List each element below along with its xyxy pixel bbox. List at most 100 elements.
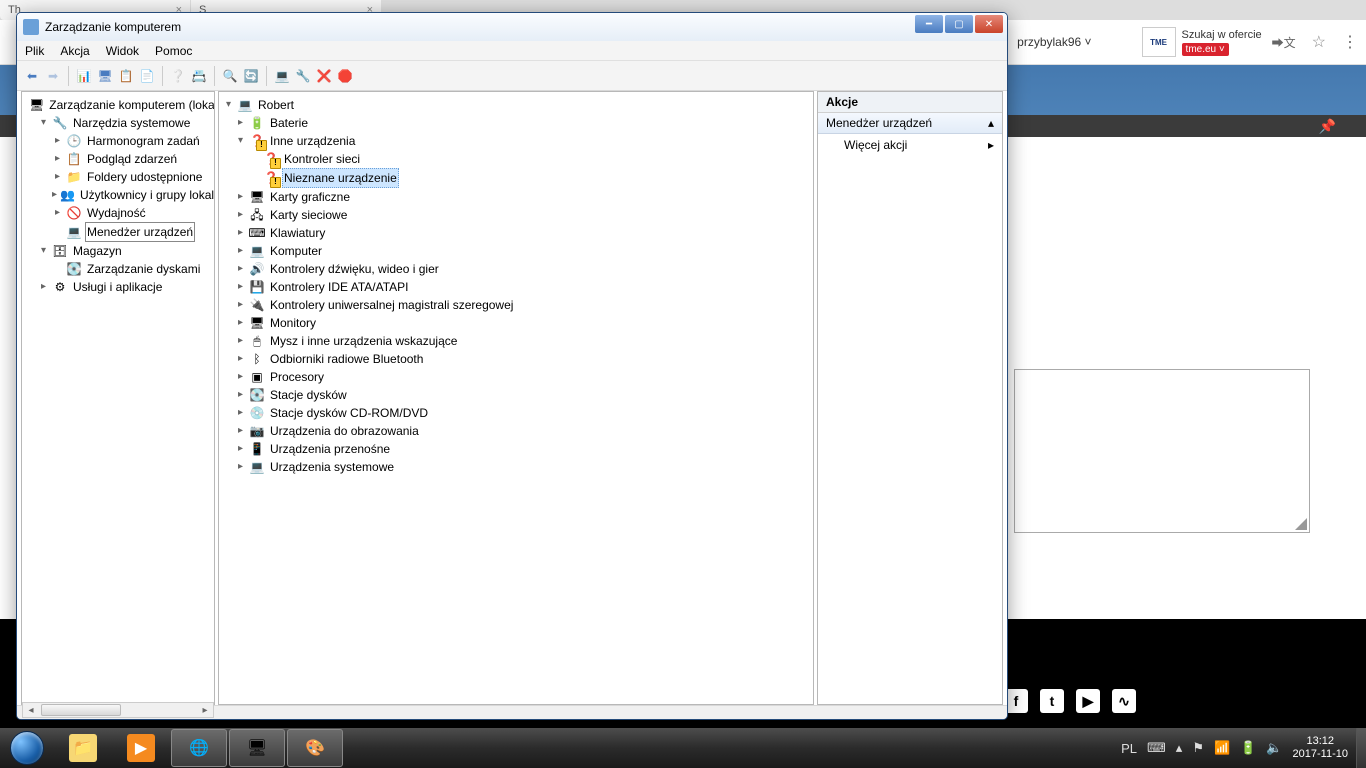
expand-icon[interactable]: ▸ — [235, 422, 246, 440]
window-minimize-button[interactable]: ━ — [915, 15, 943, 33]
tree-item[interactable]: 💻Menedżer urządzeń — [24, 222, 212, 242]
tree-item[interactable]: ▾🔧Narzędzia systemowe — [24, 114, 212, 132]
reply-textarea[interactable] — [1014, 369, 1310, 533]
network-icon[interactable]: 📶 — [1214, 740, 1230, 756]
expand-icon[interactable]: ▸ — [235, 260, 246, 278]
actions-more[interactable]: Więcej akcji▸ — [818, 134, 1002, 156]
menu-view[interactable]: Widok — [106, 44, 139, 58]
youtube-icon[interactable]: ▶ — [1076, 689, 1100, 713]
tree-item[interactable]: ▸📋Podgląd zdarzeń — [24, 150, 212, 168]
flag-icon[interactable]: ⚑ — [1192, 740, 1204, 756]
expand-icon[interactable]: ▸ — [235, 350, 246, 368]
actions-section[interactable]: Menedżer urządzeń▴ — [818, 113, 1002, 134]
expand-icon[interactable]: ▸ — [235, 206, 246, 224]
expand-icon[interactable]: ▾ — [38, 114, 49, 132]
forward-button[interactable]: ➡ — [44, 67, 62, 85]
twitter-icon[interactable]: t — [1040, 689, 1064, 713]
tree-item[interactable]: ▾💻Robert — [221, 96, 811, 114]
taskbar-mediaplayer[interactable]: ▶ — [113, 729, 169, 767]
browser-menu-icon[interactable]: ⋮ — [1342, 32, 1358, 52]
toolbar-icon[interactable]: 📇 — [190, 67, 208, 85]
toolbar-icon[interactable]: 🔄 — [242, 67, 260, 85]
window-close-button[interactable]: ✕ — [975, 15, 1003, 33]
expand-icon[interactable]: ▸ — [235, 368, 246, 386]
expand-icon[interactable]: ▸ — [235, 404, 246, 422]
tree-item[interactable]: ▸🔊Kontrolery dźwięku, wideo i gier — [221, 260, 811, 278]
expand-icon[interactable]: ▸ — [235, 458, 246, 476]
expand-icon[interactable]: ▸ — [52, 204, 63, 222]
left-tree-pane[interactable]: 🖥Zarządzanie komputerem (lokalne)▾🔧Narzę… — [21, 91, 215, 705]
tree-item[interactable]: ▸⌨Klawiatury — [221, 224, 811, 242]
translate-icon[interactable]: ⮕文 — [1272, 34, 1296, 51]
tree-item[interactable]: ▸▣Procesory — [221, 368, 811, 386]
toolbar-icon[interactable]: 🔧 — [294, 67, 312, 85]
tree-item[interactable]: ▸💽Stacje dysków — [221, 386, 811, 404]
expand-icon[interactable]: ▸ — [235, 386, 246, 404]
expand-icon[interactable]: ▾ — [38, 242, 49, 260]
tree-item[interactable]: ▸💾Kontrolery IDE ATA/ATAPI — [221, 278, 811, 296]
collapse-icon[interactable]: ▴ — [988, 116, 994, 130]
expand-icon[interactable]: ▸ — [52, 150, 63, 168]
window-maximize-button[interactable]: ▢ — [945, 15, 973, 33]
scroll-left-icon[interactable]: ◂ — [23, 705, 39, 716]
toolbar-icon[interactable]: 📋 — [117, 67, 135, 85]
tree-item[interactable]: ▸👥Użytkownicy i grupy lokalne — [24, 186, 212, 204]
tree-item[interactable]: ▸🕒Harmonogram zadań — [24, 132, 212, 150]
toolbar-icon[interactable]: ❌ — [315, 67, 333, 85]
scroll-thumb[interactable] — [41, 704, 121, 716]
expand-icon[interactable]: ▸ — [235, 296, 246, 314]
tree-item[interactable]: ▸⚙Usługi i aplikacje — [24, 278, 212, 296]
expand-icon[interactable]: ▸ — [52, 132, 63, 150]
tree-item[interactable]: ▸🚫Wydajność — [24, 204, 212, 222]
help-button[interactable]: ❔ — [169, 67, 187, 85]
expand-icon[interactable]: ▸ — [38, 278, 49, 296]
tree-item[interactable]: ▸ᛒOdbiorniki radiowe Bluetooth — [221, 350, 811, 368]
tree-item[interactable]: ▸💿Stacje dysków CD-ROM/DVD — [221, 404, 811, 422]
back-button[interactable]: ⬅ — [23, 67, 41, 85]
show-desktop-button[interactable] — [1356, 728, 1366, 768]
expand-icon[interactable]: ▸ — [52, 186, 57, 204]
tree-item[interactable]: ▸📷Urządzenia do obrazowania — [221, 422, 811, 440]
toolbar-icon[interactable]: 📄 — [138, 67, 156, 85]
window-titlebar[interactable]: Zarządzanie komputerem ━ ▢ ✕ — [17, 13, 1007, 41]
user-link[interactable]: przybylak96 ˅ — [1017, 35, 1091, 49]
expand-icon[interactable]: ▸ — [235, 440, 246, 458]
expand-icon[interactable]: ▸ — [235, 242, 246, 260]
tree-item[interactable]: ▸🖥Monitory — [221, 314, 811, 332]
tree-item[interactable]: ▸🔌Kontrolery uniwersalnej magistrali sze… — [221, 296, 811, 314]
expand-icon[interactable]: ▸ — [235, 314, 246, 332]
menu-help[interactable]: Pomoc — [155, 44, 192, 58]
tray-up-icon[interactable]: ▴ — [1176, 740, 1183, 756]
tray-lang[interactable]: PL — [1121, 741, 1137, 756]
tme-widget[interactable]: TME Szukaj w ofercie tme.eu ˅ — [1142, 27, 1262, 57]
expand-icon[interactable]: ▸ — [52, 168, 63, 186]
expand-icon[interactable]: ▾ — [223, 96, 234, 114]
toolbar-icon[interactable]: 🛑 — [336, 67, 354, 85]
toolbar-icon[interactable]: 🔍 — [221, 67, 239, 85]
keyboard-icon[interactable]: ⌨ — [1147, 740, 1166, 756]
device-tree-pane[interactable]: ▾💻Robert▸🔋Baterie▾❓Inne urządzenia❓Kontr… — [218, 91, 814, 705]
tree-item[interactable]: ▾❓Inne urządzenia — [221, 132, 811, 150]
toolbar-icon[interactable]: 📊 — [75, 67, 93, 85]
rss-icon[interactable]: ∿ — [1112, 689, 1136, 713]
taskbar-paint[interactable]: 🎨 — [287, 729, 343, 767]
tree-item[interactable]: ▸💻Komputer — [221, 242, 811, 260]
pin-icon[interactable]: 📌 — [1319, 118, 1336, 135]
tree-item[interactable]: ▾🗄Magazyn — [24, 242, 212, 260]
tree-item[interactable]: ▸🖱Mysz i inne urządzenia wskazujące — [221, 332, 811, 350]
toolbar-icon[interactable]: 🖥 — [96, 67, 114, 85]
expand-icon[interactable]: ▸ — [235, 114, 246, 132]
expand-icon[interactable]: ▾ — [235, 132, 246, 150]
tree-item[interactable]: ▸📱Urządzenia przenośne — [221, 440, 811, 458]
clock[interactable]: 13:12 2017-11-10 — [1293, 735, 1348, 761]
tree-item[interactable]: ▸🖧Karty sieciowe — [221, 206, 811, 224]
volume-icon[interactable]: 🔈 — [1266, 740, 1282, 756]
tree-item[interactable]: ❓Nieznane urządzenie — [221, 168, 811, 188]
start-button[interactable] — [0, 728, 54, 768]
tree-item[interactable]: ▸🖥Karty graficzne — [221, 188, 811, 206]
scroll-right-icon[interactable]: ▸ — [197, 705, 213, 716]
bookmark-star-icon[interactable]: ☆ — [1312, 32, 1326, 52]
left-pane-scrollbar[interactable]: ◂ ▸ — [22, 702, 214, 718]
expand-icon[interactable]: ▸ — [235, 278, 246, 296]
taskbar-explorer[interactable]: 📁 — [55, 729, 111, 767]
